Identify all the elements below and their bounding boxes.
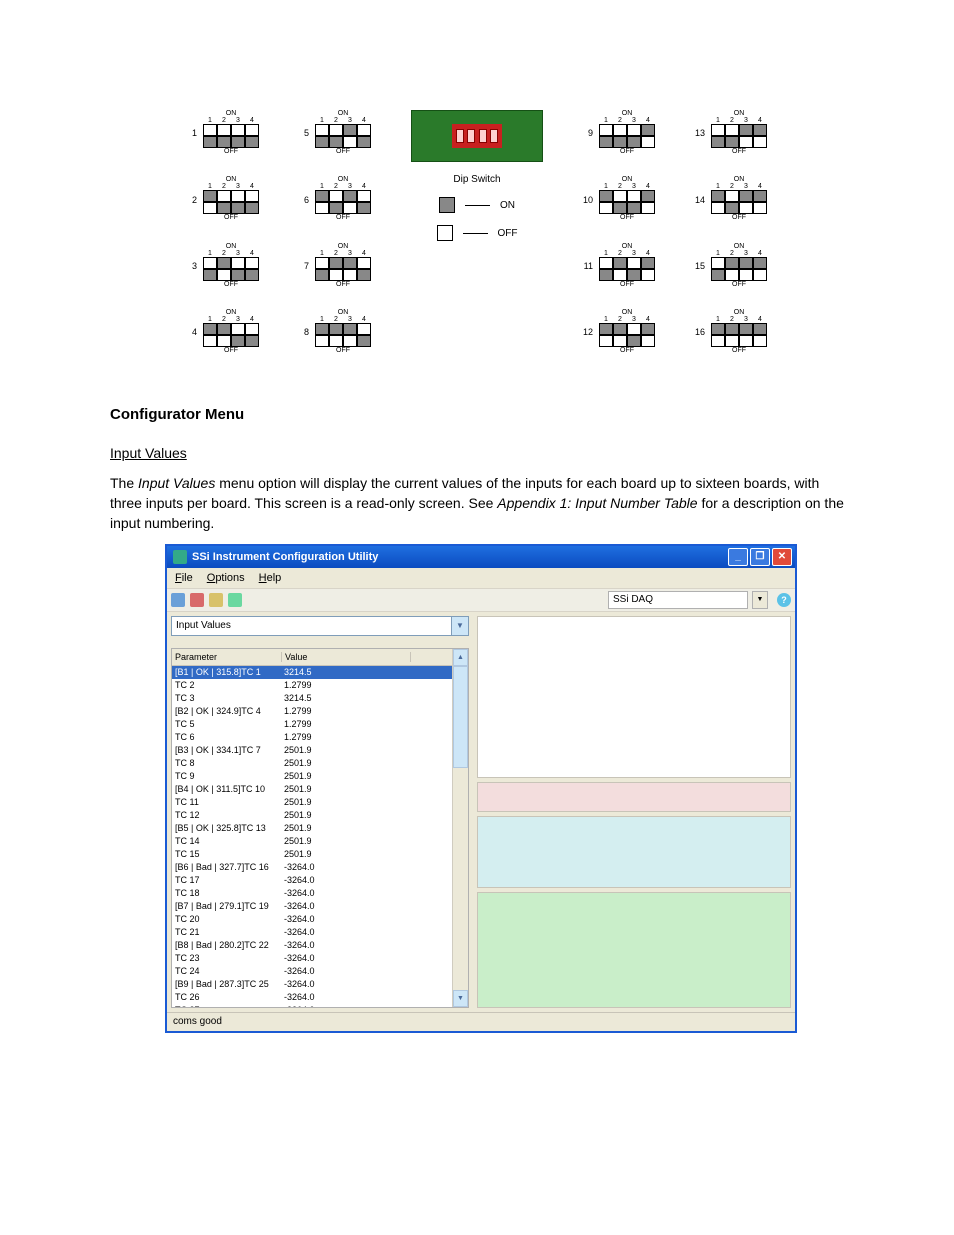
- menu-help[interactable]: Help: [259, 572, 282, 584]
- dip-unit-1: 1ON1234OFF: [187, 110, 259, 156]
- legend-off-label: OFF: [498, 228, 518, 239]
- dip-unit-15: 15ON1234OFF: [695, 243, 767, 289]
- table-row[interactable]: TC 122501.9: [172, 809, 452, 822]
- panel-2: [477, 782, 791, 812]
- dip-unit-12: 12ON1234OFF: [583, 309, 655, 355]
- dip-unit-7: 7ON1234OFF: [299, 243, 371, 289]
- table-row[interactable]: TC 82501.9: [172, 757, 452, 770]
- legend-on-box: [439, 197, 455, 213]
- help-icon[interactable]: ?: [777, 593, 791, 607]
- table-row[interactable]: [B5 | OK | 325.8]TC 132501.9: [172, 822, 452, 835]
- close-button[interactable]: ✕: [772, 548, 792, 566]
- table-row[interactable]: [B8 | Bad | 280.2]TC 22-3264.0: [172, 939, 452, 952]
- table-row[interactable]: TC 142501.9: [172, 835, 452, 848]
- grid-header: Parameter Value: [172, 649, 452, 666]
- dip-unit-16: 16ON1234OFF: [695, 309, 767, 355]
- table-row[interactable]: [B4 | OK | 311.5]TC 102501.9: [172, 783, 452, 796]
- table-row[interactable]: TC 24-3264.0: [172, 965, 452, 978]
- table-row[interactable]: TC 33214.5: [172, 692, 452, 705]
- table-row[interactable]: TC 92501.9: [172, 770, 452, 783]
- dip-unit-13: 13ON1234OFF: [695, 110, 767, 156]
- toolbar-icon-4[interactable]: [228, 593, 242, 607]
- toolbar-icon-3[interactable]: [209, 593, 223, 607]
- dip-unit-6: 6ON1234OFF: [299, 176, 371, 222]
- panel-3: [477, 816, 791, 888]
- dip-unit-2: 2ON1234OFF: [187, 176, 259, 222]
- dip-unit-3: 3ON1234OFF: [187, 243, 259, 289]
- menu-file[interactable]: File: [175, 572, 193, 584]
- table-row[interactable]: TC 17-3264.0: [172, 874, 452, 887]
- dip-unit-11: 11ON1234OFF: [583, 243, 655, 289]
- legend-on-label: ON: [500, 200, 515, 211]
- table-row[interactable]: [B2 | OK | 324.9]TC 41.2799: [172, 705, 452, 718]
- legend-title: Dip Switch: [453, 174, 500, 185]
- table-row[interactable]: [B3 | OK | 334.1]TC 72501.9: [172, 744, 452, 757]
- pcb-photo: [411, 110, 543, 162]
- grid-scrollbar[interactable]: ▲ ▼: [452, 649, 468, 1007]
- status-bar: coms good: [167, 1012, 795, 1031]
- table-row[interactable]: TC 21-3264.0: [172, 926, 452, 939]
- paragraph: The Input Values menu option will displa…: [110, 473, 844, 534]
- chevron-down-icon[interactable]: ▼: [451, 616, 469, 636]
- scroll-thumb[interactable]: [453, 666, 468, 768]
- dip-unit-14: 14ON1234OFF: [695, 176, 767, 222]
- dip-unit-10: 10ON1234OFF: [583, 176, 655, 222]
- dip-unit-5: 5ON1234OFF: [299, 110, 371, 156]
- maximize-button[interactable]: ❐: [750, 548, 770, 566]
- table-row[interactable]: [B9 | Bad | 287.3]TC 25-3264.0: [172, 978, 452, 991]
- right-panels: [473, 612, 795, 1012]
- table-row[interactable]: TC 27-3264.0: [172, 1004, 452, 1007]
- table-row[interactable]: [B7 | Bad | 279.1]TC 19-3264.0: [172, 900, 452, 913]
- minimize-button[interactable]: _: [728, 548, 748, 566]
- dip-switch-diagram: 1ON1234OFF 2ON1234OFF 3ON1234OFF 4ON1234OFF…: [110, 110, 844, 356]
- window-title: SSi Instrument Configuration Utility: [192, 551, 378, 563]
- view-combo[interactable]: Input Values ▼: [171, 616, 469, 636]
- dip-unit-9: 9ON1234OFF: [583, 110, 655, 156]
- table-row[interactable]: TC 18-3264.0: [172, 887, 452, 900]
- dip-legend: Dip Switch ON OFF: [411, 110, 543, 356]
- toolbar-icon-1[interactable]: [171, 593, 185, 607]
- toolbar-icon-2[interactable]: [190, 593, 204, 607]
- toolbar: SSi DAQ ▼ ?: [167, 588, 795, 612]
- table-row[interactable]: TC 152501.9: [172, 848, 452, 861]
- table-row[interactable]: TC 112501.9: [172, 796, 452, 809]
- device-combo-drop[interactable]: ▼: [752, 591, 768, 609]
- values-grid: Parameter Value [B1 | OK | 315.8]TC 1321…: [171, 648, 469, 1008]
- app-icon: [173, 550, 187, 564]
- scroll-up-icon[interactable]: ▲: [453, 649, 468, 666]
- legend-off-box: [437, 225, 453, 241]
- section-heading: Configurator Menu: [110, 406, 844, 423]
- col-parameter[interactable]: Parameter: [172, 652, 282, 662]
- device-combo[interactable]: SSi DAQ: [608, 591, 748, 609]
- panel-1: [477, 616, 791, 778]
- menubar: File Options Help: [167, 568, 795, 588]
- table-row[interactable]: TC 20-3264.0: [172, 913, 452, 926]
- subsection-heading: Input Values: [110, 445, 187, 461]
- scroll-down-icon[interactable]: ▼: [453, 990, 468, 1007]
- app-window: SSi Instrument Configuration Utility _ ❐…: [165, 544, 797, 1033]
- table-row[interactable]: TC 21.2799: [172, 679, 452, 692]
- table-row[interactable]: TC 51.2799: [172, 718, 452, 731]
- table-row[interactable]: TC 26-3264.0: [172, 991, 452, 1004]
- menu-options[interactable]: Options: [207, 572, 245, 584]
- table-row[interactable]: [B6 | Bad | 327.7]TC 16-3264.0: [172, 861, 452, 874]
- table-row[interactable]: TC 23-3264.0: [172, 952, 452, 965]
- table-row[interactable]: [B1 | OK | 315.8]TC 13214.5: [172, 666, 452, 679]
- dip-unit-4: 4ON1234OFF: [187, 309, 259, 355]
- table-row[interactable]: TC 61.2799: [172, 731, 452, 744]
- col-value[interactable]: Value: [282, 652, 411, 662]
- panel-4: [477, 892, 791, 1008]
- titlebar: SSi Instrument Configuration Utility _ ❐…: [167, 546, 795, 568]
- dip-unit-8: 8ON1234OFF: [299, 309, 371, 355]
